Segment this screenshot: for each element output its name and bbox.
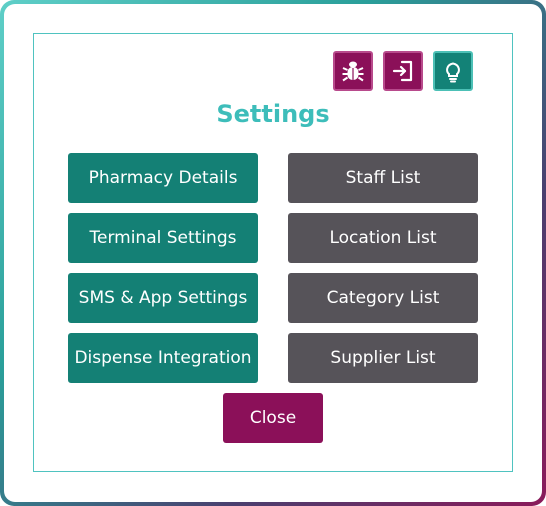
supplier-list-button[interactable]: Supplier List <box>288 333 478 383</box>
lightbulb-icon <box>446 62 460 83</box>
sms-app-settings-button[interactable]: SMS & App Settings <box>68 273 258 323</box>
report-bug-button[interactable] <box>333 51 373 91</box>
sign-in-button[interactable] <box>383 51 423 91</box>
close-button[interactable]: Close <box>223 393 323 443</box>
dispense-integration-button[interactable]: Dispense Integration <box>68 333 258 383</box>
pharmacy-details-button[interactable]: Pharmacy Details <box>68 153 258 203</box>
terminal-settings-button[interactable]: Terminal Settings <box>68 213 258 263</box>
sign-in-icon <box>392 60 413 82</box>
bug-icon <box>342 61 364 82</box>
help-button[interactable] <box>433 51 473 91</box>
category-list-button[interactable]: Category List <box>288 273 478 323</box>
staff-list-button[interactable]: Staff List <box>288 153 478 203</box>
location-list-button[interactable]: Location List <box>288 213 478 263</box>
page-title: Settings <box>216 100 330 128</box>
